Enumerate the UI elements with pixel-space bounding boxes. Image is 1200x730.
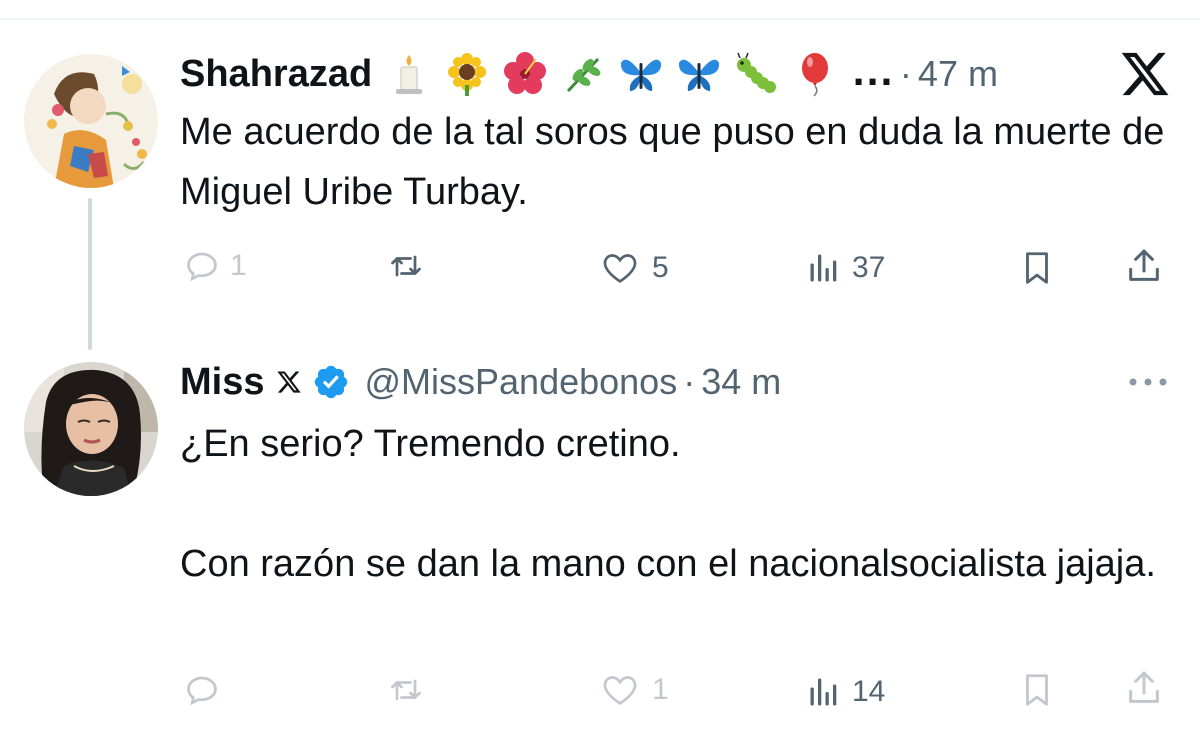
name-emojis: ... xyxy=(386,51,894,97)
views-button[interactable]: 37 xyxy=(806,248,885,288)
view-count: 14 xyxy=(852,675,886,708)
name-ellipsis: ... xyxy=(852,54,894,94)
x-logo-icon[interactable] xyxy=(1118,48,1172,100)
author-handle[interactable]: @MissPandebonos xyxy=(364,361,677,403)
author-name[interactable]: Shahrazad xyxy=(180,53,372,96)
separator-dot: · xyxy=(899,53,912,94)
top-divider xyxy=(0,18,1200,20)
more-options-icon[interactable] xyxy=(1126,372,1170,392)
bookmark-button[interactable] xyxy=(1018,670,1056,710)
like-count: 5 xyxy=(652,251,669,284)
x-badge-icon xyxy=(276,369,302,395)
share-button[interactable] xyxy=(1124,246,1164,286)
butterfly-emoji xyxy=(676,51,722,97)
retweet-icon xyxy=(391,255,421,277)
tweet-header: Shahrazad ... · 47 m xyxy=(180,50,998,98)
bookmark-icon xyxy=(1026,674,1048,706)
tweet-text: Me acuerdo de la tal soros que puso en d… xyxy=(180,102,1170,222)
reply-count: 1 xyxy=(230,249,247,282)
view-count: 37 xyxy=(852,251,886,284)
views-icon xyxy=(810,678,837,706)
verified-badge-icon[interactable] xyxy=(312,363,350,401)
reply-button[interactable]: 1 xyxy=(184,248,247,284)
like-count: 1 xyxy=(652,673,669,706)
like-button[interactable]: 5 xyxy=(598,248,669,288)
candle-emoji xyxy=(386,51,432,97)
avatar[interactable] xyxy=(24,362,158,496)
sunflower-emoji xyxy=(444,51,490,97)
share-button[interactable] xyxy=(1124,668,1164,708)
retweet-button[interactable] xyxy=(386,672,436,708)
avatar[interactable] xyxy=(24,54,158,188)
tweet-text: ¿En serio? Tremendo cretino. Con razón s… xyxy=(180,414,1170,594)
caterpillar-emoji xyxy=(734,51,780,97)
tweet-time[interactable]: 34 m xyxy=(701,361,781,403)
reply-button[interactable] xyxy=(184,672,230,708)
tweet-paragraph: Me acuerdo de la tal soros que puso en d… xyxy=(180,111,1165,213)
retweet-icon xyxy=(391,679,421,701)
separator-dot: · xyxy=(683,361,696,402)
butterfly-emoji xyxy=(618,51,664,97)
tweet-paragraph: ¿En serio? Tremendo cretino. xyxy=(180,423,681,465)
heart-icon xyxy=(603,676,637,705)
tweet-paragraph: Con razón se dan la mano con el nacional… xyxy=(180,543,1156,585)
hibiscus-emoji xyxy=(502,51,548,97)
like-button[interactable]: 1 xyxy=(598,670,669,710)
heart-icon xyxy=(603,254,637,283)
author-name[interactable]: Miss xyxy=(180,361,264,404)
views-icon xyxy=(810,254,837,282)
share-icon xyxy=(1129,249,1159,281)
retweet-button[interactable] xyxy=(386,248,436,284)
views-button[interactable]: 14 xyxy=(806,672,885,712)
tweet-header: Miss @MissPandebonos · 34 m xyxy=(180,358,781,406)
bookmark-button[interactable] xyxy=(1018,248,1056,288)
reply-icon xyxy=(187,252,217,282)
tweet-time[interactable]: 47 m xyxy=(918,53,998,95)
thread-line xyxy=(88,198,92,350)
share-icon xyxy=(1129,671,1159,703)
bookmark-icon xyxy=(1026,252,1048,284)
herb-emoji xyxy=(560,51,606,97)
reply-icon xyxy=(187,676,217,706)
balloon-emoji xyxy=(792,51,838,97)
